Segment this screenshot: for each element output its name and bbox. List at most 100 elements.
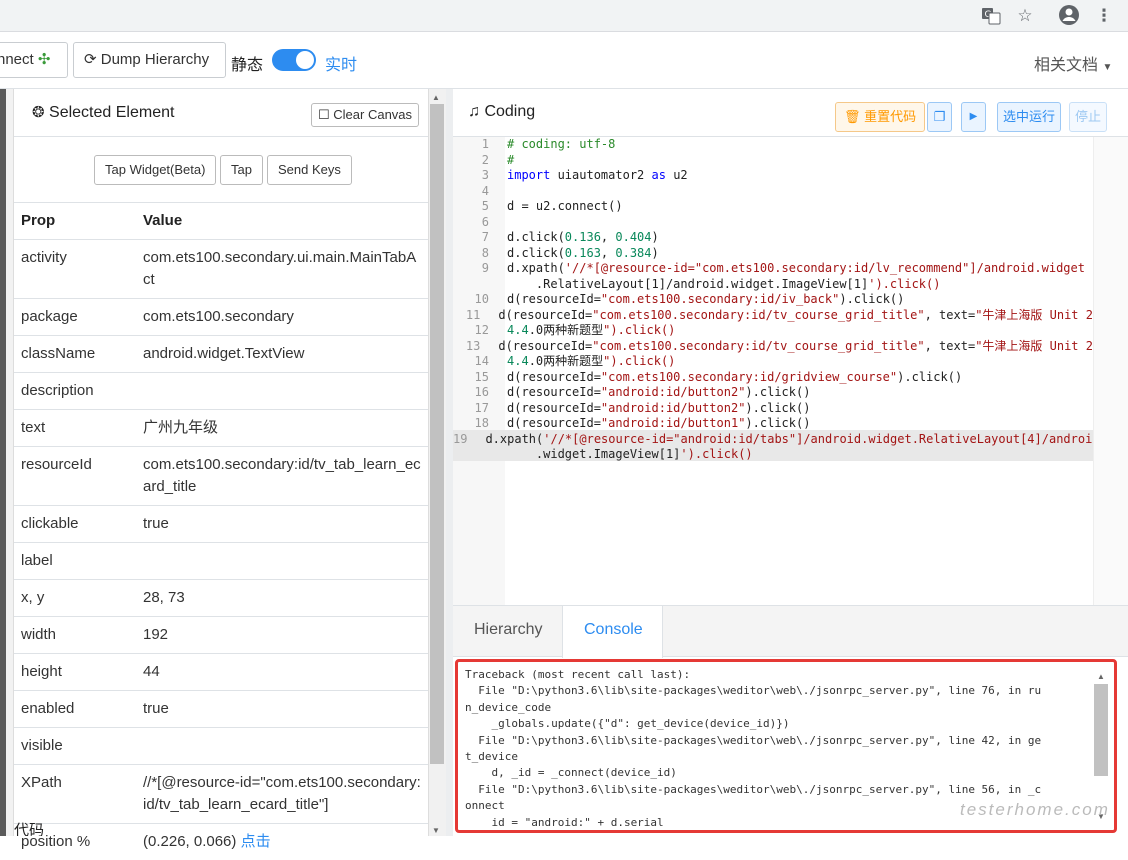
- selected-element-title: Selected Element: [49, 104, 174, 121]
- scroll-down-arrow-icon[interactable]: ▼: [432, 826, 440, 835]
- prop-key: enabled: [14, 691, 136, 728]
- dump-hierarchy-button[interactable]: ⟳ Dump Hierarchy: [73, 42, 226, 78]
- line-number: 11: [453, 308, 480, 324]
- prop-value[interactable]: com.ets100.secondary:id/tv_tab_learn_eca…: [136, 447, 428, 506]
- code-text: d = u2.connect(): [489, 199, 623, 215]
- bookmark-star-icon[interactable]: ☆: [1013, 4, 1037, 28]
- table-row: enabledtrue: [14, 691, 428, 728]
- console-line: File "D:\python3.6\lib\site-packages\wed…: [465, 733, 1095, 749]
- realtime-mode-label: 实时: [325, 51, 357, 75]
- prop-key: className: [14, 336, 136, 373]
- coding-title-row: ♫ Coding: [468, 103, 535, 121]
- run-button[interactable]: ▶: [961, 102, 986, 132]
- tab-console[interactable]: Console: [584, 621, 643, 639]
- prop-value[interactable]: 44: [136, 654, 428, 691]
- code-text: .RelativeLayout[1]/android.widget.ImageV…: [489, 277, 940, 293]
- prop-value[interactable]: 广州九年级: [136, 410, 428, 447]
- code-text: d(resourceId="com.ets100.secondary:id/tv…: [480, 308, 1093, 324]
- connect-button[interactable]: nnect ✣: [0, 42, 68, 78]
- table-row: activitycom.ets100.secondary.ui.main.Mai…: [14, 240, 428, 299]
- console-line: Traceback (most recent call last):: [465, 667, 1095, 683]
- coding-title: Coding: [484, 103, 535, 120]
- line-number: [453, 447, 489, 463]
- clear-canvas-label: Clear Canvas: [333, 107, 412, 122]
- prop-value[interactable]: android.widget.TextView: [136, 336, 428, 373]
- prop-value[interactable]: [136, 728, 428, 765]
- code-line: 5d = u2.connect(): [453, 199, 1093, 215]
- tab-hierarchy[interactable]: Hierarchy: [474, 621, 542, 639]
- editor-scrollbar[interactable]: [1093, 137, 1128, 605]
- prop-key: label: [14, 543, 136, 580]
- prop-key: text: [14, 410, 136, 447]
- code-text: d(resourceId="android:id/button1").click…: [489, 416, 810, 432]
- docs-label: 相关文档: [1034, 57, 1098, 74]
- code-line: .RelativeLayout[1]/android.widget.ImageV…: [453, 277, 1093, 293]
- left-panel-scroll-thumb[interactable]: [430, 104, 444, 764]
- prop-key: clickable: [14, 506, 136, 543]
- code-text: d(resourceId="android:id/button2").click…: [489, 385, 810, 401]
- prop-value[interactable]: [136, 373, 428, 410]
- tap-button[interactable]: Tap: [220, 155, 263, 185]
- line-number: 10: [453, 292, 489, 308]
- code-text: [489, 215, 507, 231]
- code-line: 144.4.0两种新题型").click(): [453, 354, 1093, 370]
- position-value-cell: (0.226, 0.066) 点击: [136, 824, 428, 860]
- account-icon[interactable]: [1057, 4, 1081, 28]
- bottom-tabs: [453, 605, 1128, 657]
- code-line: 16d(resourceId="android:id/button2").cli…: [453, 385, 1093, 401]
- prop-value[interactable]: true: [136, 691, 428, 728]
- line-number: 18: [453, 416, 489, 432]
- android-icon: ✣: [38, 51, 51, 68]
- code-text: 4.4.0两种新题型").click(): [489, 354, 675, 370]
- realtime-toggle[interactable]: [272, 49, 316, 71]
- prop-key: resourceId: [14, 447, 136, 506]
- checkbox-icon: ☐: [318, 107, 330, 122]
- table-row: width192: [14, 617, 428, 654]
- code-text: d.click(0.163, 0.384): [489, 246, 659, 262]
- code-line: 15d(resourceId="com.ets100.secondary:id/…: [453, 370, 1093, 386]
- prop-value[interactable]: 28, 73: [136, 580, 428, 617]
- prop-value[interactable]: true: [136, 506, 428, 543]
- console-scroll-thumb[interactable]: [1094, 684, 1108, 776]
- dump-hierarchy-label: Dump Hierarchy: [101, 51, 209, 68]
- code-text: .widget.ImageView[1]').click(): [489, 447, 753, 463]
- line-number: 17: [453, 401, 489, 417]
- console-line: d, _id = _connect(device_id): [465, 765, 1095, 781]
- stop-button[interactable]: 停止: [1069, 102, 1107, 132]
- copy-button[interactable]: ❐: [927, 102, 952, 132]
- line-number: 7: [453, 230, 489, 246]
- prop-key: x, y: [14, 580, 136, 617]
- code-line: 2#: [453, 153, 1093, 169]
- prop-key: activity: [14, 240, 136, 299]
- refresh-icon: ⟳: [84, 51, 97, 68]
- code-text: 4.4.0两种新题型").click(): [489, 323, 675, 339]
- table-row: label: [14, 543, 428, 580]
- static-mode-label: 静态: [231, 51, 263, 75]
- scroll-up-arrow-icon[interactable]: ▲: [432, 93, 440, 102]
- send-keys-button[interactable]: Send Keys: [267, 155, 352, 185]
- toggle-knob: [296, 51, 314, 69]
- tap-widget-button[interactable]: Tap Widget(Beta): [94, 155, 216, 185]
- table-header-row: Prop Value: [14, 203, 428, 240]
- prop-value[interactable]: com.ets100.secondary.ui.main.MainTabAct: [136, 240, 428, 299]
- code-line: 11d(resourceId="com.ets100.secondary:id/…: [453, 308, 1093, 324]
- code-text: import uiautomator2 as u2: [489, 168, 688, 184]
- code-text: #: [489, 153, 514, 169]
- docs-dropdown[interactable]: 相关文档 ▼: [1034, 51, 1112, 75]
- prop-value[interactable]: //*[@resource-id="com.ets100.secondary:i…: [136, 765, 428, 824]
- translate-icon[interactable]: G: [979, 4, 1003, 28]
- run-selected-button[interactable]: 选中运行: [997, 102, 1061, 132]
- panel-divider[interactable]: [446, 89, 453, 836]
- prop-value[interactable]: com.ets100.secondary: [136, 299, 428, 336]
- code-text: # coding: utf-8: [489, 137, 615, 153]
- prop-value[interactable]: 192: [136, 617, 428, 654]
- prop-value[interactable]: [136, 543, 428, 580]
- code-line: 10d(resourceId="com.ets100.secondary:id/…: [453, 292, 1093, 308]
- code-line: 9d.xpath('//*[@resource-id="com.ets100.s…: [453, 261, 1093, 277]
- line-number: 4: [453, 184, 489, 200]
- clear-canvas-button[interactable]: ☐ Clear Canvas: [311, 103, 419, 127]
- reset-code-button[interactable]: 🗑 重置代码: [835, 102, 925, 132]
- more-vert-icon[interactable]: ⋮: [1092, 4, 1116, 28]
- code-lines[interactable]: 1# coding: utf-82#3import uiautomator2 a…: [453, 137, 1093, 463]
- console-scroll-up-icon[interactable]: ▲: [1097, 672, 1105, 681]
